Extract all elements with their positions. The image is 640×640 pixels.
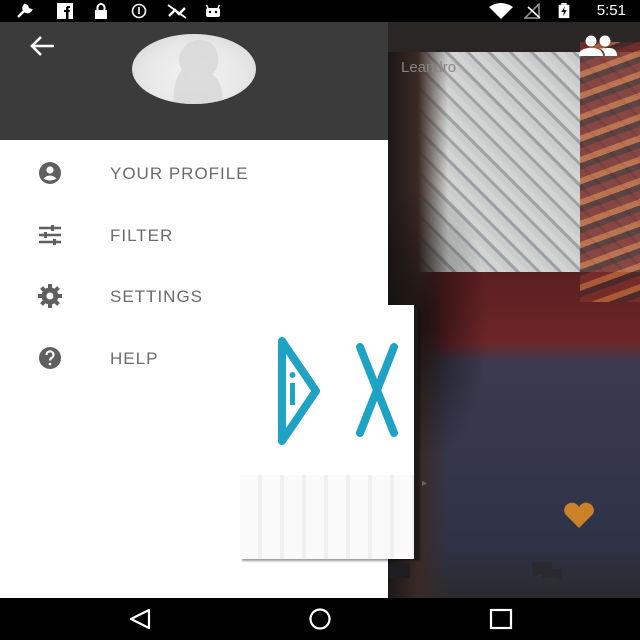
menu-item-label: YOUR PROFILE: [110, 164, 249, 183]
people-icon[interactable]: [576, 34, 620, 58]
chat-icon[interactable]: [530, 560, 564, 588]
no-signal-icon: [524, 3, 541, 19]
back-triangle-icon[interactable]: [127, 608, 153, 630]
ad-close-x-icon[interactable]: [352, 343, 402, 437]
system-nav-bar: [0, 598, 640, 640]
home-circle-icon[interactable]: [306, 608, 334, 630]
recents-square-icon[interactable]: [488, 608, 514, 630]
gear-icon: [38, 284, 62, 308]
default-avatar-silhouette-icon: [173, 39, 223, 104]
menu-item-your-profile[interactable]: YOUR PROFILE: [0, 148, 388, 198]
caret-right-icon: ▸: [422, 478, 428, 489]
overlay-ad[interactable]: [240, 305, 418, 559]
sliders-icon: [39, 225, 61, 245]
wifi-icon: [489, 3, 513, 19]
background-pattern: [580, 42, 640, 302]
help-circle-icon: [39, 347, 61, 369]
back-arrow-icon[interactable]: [28, 34, 58, 58]
facebook-icon: [57, 3, 73, 19]
background-video[interactable]: Leandro ▸: [388, 22, 640, 598]
heart-icon[interactable]: [562, 502, 596, 530]
status-bar: 5:51: [0, 0, 640, 22]
android-icon: [205, 4, 221, 17]
match-user-name: Leandro: [401, 59, 457, 76]
wrench-icon: [17, 3, 33, 18]
drawer-header: [0, 22, 388, 140]
menu-item-label: HELP: [110, 349, 159, 368]
menu-item-label: FILTER: [110, 226, 174, 245]
lock-icon: [95, 3, 107, 19]
menu-item-label: SETTINGS: [110, 287, 204, 306]
avatar[interactable]: [132, 34, 256, 104]
ad-play-logo-icon: [278, 337, 320, 445]
video-tab-icon[interactable]: [388, 564, 410, 578]
no-satellite-icon: [167, 4, 187, 19]
battery-charging-icon: [558, 3, 570, 19]
clock: 5:51: [596, 2, 626, 19]
account-circle-icon: [39, 162, 61, 184]
menu-item-filter[interactable]: FILTER: [0, 210, 388, 260]
sync-icon: [131, 3, 147, 19]
